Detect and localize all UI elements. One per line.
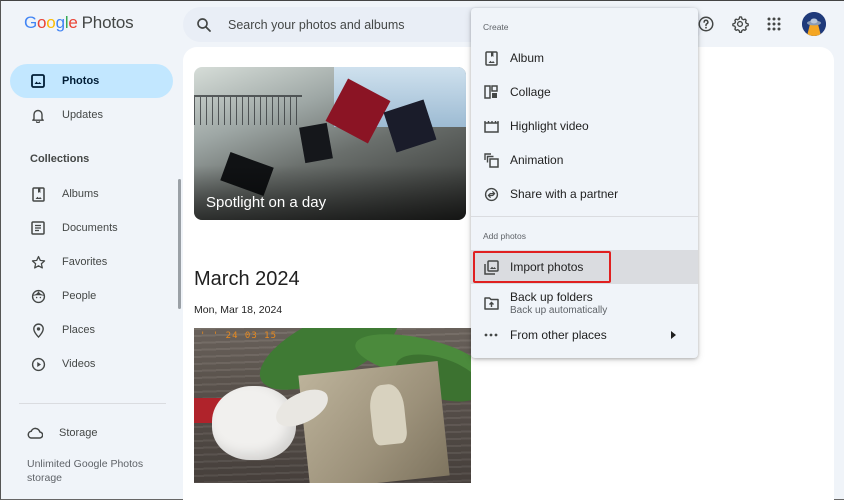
menu-item-label: Album (510, 51, 545, 65)
logo-letter: e (68, 13, 78, 32)
animation-icon (483, 152, 499, 168)
menu-item-album[interactable]: Album (471, 41, 698, 75)
logo-letter: G (24, 13, 38, 32)
photo-balcony (194, 95, 302, 125)
spotlight-title: Spotlight on a day (206, 194, 327, 211)
sidebar-item-label: People (62, 290, 97, 302)
sidebar-item-updates[interactable]: Updates (10, 98, 173, 132)
sidebar-item-label: Documents (62, 222, 118, 234)
menu-item-label: Import photos (510, 260, 584, 274)
sidebar-item-photos[interactable]: Photos (10, 64, 173, 98)
location-pin-icon (30, 322, 46, 338)
movie-icon (483, 118, 499, 134)
menu-item-title: Back up folders (510, 290, 593, 304)
menu-item-label: Animation (510, 153, 564, 167)
search-input[interactable]: Search your photos and albums (228, 18, 405, 32)
submenu-arrow-icon (671, 331, 676, 339)
month-heading: March 2024 (194, 268, 300, 290)
storage-note: Unlimited Google Photos storage (27, 458, 144, 484)
bell-icon (30, 107, 46, 123)
menu-item-from-other-places[interactable]: From other places (471, 318, 698, 352)
menu-item-label: Highlight video (510, 119, 589, 133)
menu-item-label: From other places (510, 328, 607, 342)
sidebar-item-favorites[interactable]: Favorites (10, 245, 173, 279)
gear-icon[interactable] (730, 14, 750, 34)
menu-item-collage[interactable]: Collage (471, 75, 698, 109)
photo-thumbnail[interactable]: ' ' 24 03 15 (194, 328, 471, 483)
avatar[interactable] (802, 12, 826, 36)
menu-item-share-partner[interactable]: Share with a partner (471, 177, 698, 211)
photo-date-stamp: ' ' 24 03 15 (200, 331, 278, 341)
date-heading[interactable]: Mon, Mar 18, 2024 (194, 304, 282, 316)
menu-item-label: Share with a partner (510, 187, 619, 201)
album-icon (30, 186, 46, 202)
sidebar-item-label: Photos (62, 75, 100, 87)
collections-heading: Collections (30, 153, 90, 165)
photo-cap (299, 122, 333, 164)
sidebar-item-label: Updates (62, 109, 103, 121)
sidebar: Photos Updates Collections Albums Docume… (1, 57, 182, 500)
add-photos-section-label: Add photos (483, 231, 527, 241)
album-icon (483, 50, 499, 66)
sidebar-divider (19, 403, 166, 404)
sidebar-item-label: Videos (62, 358, 96, 370)
search-icon[interactable] (195, 16, 213, 34)
help-icon[interactable] (696, 14, 716, 34)
logo-letter: o (46, 13, 56, 32)
sidebar-item-documents[interactable]: Documents (10, 211, 173, 245)
menu-item-label: Back up folders Back up automatically (510, 290, 607, 316)
menu-item-highlight-video[interactable]: Highlight video (471, 109, 698, 143)
more-horiz-icon (483, 327, 499, 343)
collage-icon (483, 84, 499, 100)
partner-share-icon (483, 186, 499, 202)
menu-item-animation[interactable]: Animation (471, 143, 698, 177)
logo-letter: g (55, 13, 65, 32)
google-photos-logo[interactable]: Google Photos (24, 13, 134, 33)
sidebar-item-label: Places (62, 324, 96, 336)
create-menu: Create Album Collage Highlight video Ani… (471, 8, 698, 358)
sidebar-item-people[interactable]: People (10, 279, 173, 313)
document-icon (30, 220, 46, 236)
cloud-icon (27, 425, 43, 441)
import-photos-icon (483, 259, 499, 275)
photo-shade (194, 165, 466, 220)
create-section-label: Create (483, 22, 509, 32)
photo-icon (30, 73, 46, 89)
sidebar-item-label: Storage (59, 427, 98, 439)
sidebar-item-label: Albums (62, 188, 99, 200)
play-circle-icon (30, 356, 46, 372)
apps-grid-icon[interactable] (764, 14, 784, 34)
logo-letter: o (37, 13, 47, 32)
photo-child (367, 382, 408, 447)
sidebar-item-albums[interactable]: Albums (10, 177, 173, 211)
folder-upload-icon (483, 295, 499, 311)
menu-item-subtitle: Back up automatically (510, 305, 608, 316)
photo-vintage-card (298, 360, 450, 483)
menu-divider (471, 216, 698, 217)
menu-item-label: Collage (510, 85, 551, 99)
spotlight-card[interactable]: Spotlight on a day (194, 67, 466, 220)
star-icon (30, 254, 46, 270)
sidebar-item-places[interactable]: Places (10, 313, 173, 347)
menu-item-import-photos[interactable]: Import photos (471, 250, 698, 284)
face-icon (30, 288, 46, 304)
menu-item-back-up-folders[interactable]: Back up folders Back up automatically (471, 285, 698, 321)
sidebar-scrollbar[interactable] (178, 179, 181, 309)
logo-product-name: Photos (81, 13, 134, 32)
sidebar-item-storage[interactable]: Storage (7, 416, 170, 450)
sidebar-item-videos[interactable]: Videos (10, 347, 173, 381)
header-actions (696, 12, 826, 36)
sidebar-item-label: Favorites (62, 256, 108, 268)
